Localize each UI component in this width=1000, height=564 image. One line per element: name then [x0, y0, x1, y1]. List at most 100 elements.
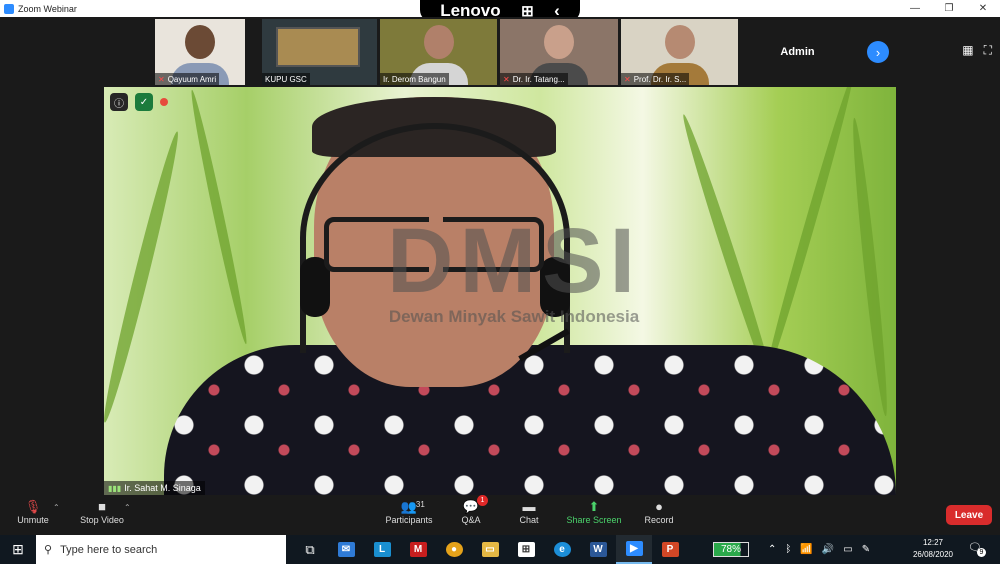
- power-icon[interactable]: ▭: [843, 544, 852, 555]
- participants-label: Participants: [385, 515, 433, 525]
- mail-app-icon[interactable]: ✉: [328, 535, 364, 564]
- task-view-icon[interactable]: ⧉: [292, 535, 328, 564]
- next-page-button[interactable]: ›: [867, 41, 889, 63]
- participant-video: [423, 25, 454, 59]
- recording-dot-icon: [160, 98, 168, 106]
- clock-date: 26/08/2020: [912, 550, 954, 559]
- participant-name: Dr. Ir. Tatang...: [512, 74, 565, 84]
- wifi-icon[interactable]: 📶: [800, 544, 812, 555]
- participants-button[interactable]: 👥 31 Participants: [374, 499, 444, 525]
- muted-mic-icon: ✕: [158, 74, 165, 84]
- powerpoint-icon[interactable]: P: [652, 535, 688, 564]
- search-input[interactable]: [60, 543, 261, 556]
- share-screen-button[interactable]: ⬆ Share Screen: [559, 499, 629, 525]
- info-icon[interactable]: ⓘ: [110, 93, 128, 111]
- signal-bars-icon: ▮▮▮: [108, 483, 122, 493]
- system-tray: ⌃ ᛒ 📶 🔊 ▭ ✎: [768, 535, 870, 564]
- gallery-tile[interactable]: KUPU GSC: [262, 19, 377, 85]
- participant-name: KUPU GSC: [265, 74, 307, 84]
- watermark: DMSI Dewan Minyak Sawit Indonesia: [344, 215, 684, 327]
- gallery-tile[interactable]: Ir. Derom Bangun: [380, 19, 497, 85]
- participant-name: Prof. Dr. Ir. S...: [633, 74, 687, 84]
- chat-button[interactable]: ▬ Chat: [494, 499, 564, 525]
- watermark-logo: DMSI: [387, 210, 641, 312]
- chrome-icon[interactable]: ●: [436, 535, 472, 564]
- stage-status-icons: ⓘ ✓: [110, 93, 168, 111]
- tile-caption: ✕ Dr. Ir. Tatang...: [500, 73, 568, 85]
- watermark-subtitle: Dewan Minyak Sawit Indonesia: [388, 307, 640, 326]
- speaker-name-tag: ▮▮▮ Ir. Sahat M. Sinaga: [104, 481, 205, 495]
- video-options-caret[interactable]: ⌃: [124, 503, 131, 512]
- notification-center-icon[interactable]: 🗨 9: [968, 541, 986, 557]
- stop-video-label: Stop Video: [80, 515, 124, 525]
- volume-icon[interactable]: 🔊: [822, 544, 834, 555]
- record-button[interactable]: ● Record: [624, 499, 694, 525]
- participant-video: [185, 25, 215, 59]
- audio-options-caret[interactable]: ⌃: [53, 503, 60, 512]
- background-grass: [848, 117, 892, 417]
- background-grass: [760, 87, 858, 383]
- chat-icon: ▬: [522, 499, 536, 514]
- background-grass: [104, 129, 185, 425]
- zoom-logo-icon: [4, 3, 14, 14]
- window-title: Zoom Webinar: [18, 3, 77, 14]
- muted-mic-icon: 🎙: [24, 499, 42, 514]
- zoom-app-icon[interactable]: ▶: [616, 535, 652, 564]
- tile-caption: ✕ Qayuum Amri: [155, 73, 220, 85]
- mcafee-icon[interactable]: M: [400, 535, 436, 564]
- meeting-toolbar: 🎙 Unmute ⌃ ■ Stop Video ⌃ 👥 31 Participan…: [0, 495, 1000, 535]
- participant-video: [664, 25, 695, 59]
- chevron-up-icon[interactable]: ⌃: [768, 544, 776, 555]
- qa-icon: 💬 1: [463, 495, 488, 515]
- chat-label: Chat: [519, 515, 539, 525]
- word-icon[interactable]: W: [580, 535, 616, 564]
- share-screen-icon: ⬆: [588, 499, 600, 514]
- participant-name: Qayuum Amri: [167, 74, 217, 84]
- participants-count: 31: [415, 500, 425, 509]
- record-label: Record: [644, 515, 674, 525]
- gallery-tile[interactable]: ✕ Qayuum Amri: [155, 19, 245, 85]
- qa-label: Q&A: [461, 515, 481, 525]
- restore-button[interactable]: ❐: [932, 0, 966, 17]
- battery-indicator[interactable]: 78%: [713, 542, 749, 557]
- view-controls: ▦ ⛶: [962, 43, 992, 58]
- gallery-view-icon[interactable]: ▦: [962, 43, 973, 58]
- windows-start-icon[interactable]: ⊞: [0, 535, 36, 564]
- taskbar-apps: ⧉ ✉ L M ● ▭ ⊞ e W ▶ P: [292, 535, 688, 564]
- admin-tile[interactable]: Admin: [740, 19, 855, 85]
- background-grass: [187, 88, 251, 346]
- taskbar-search[interactable]: ⚲: [36, 535, 286, 564]
- leave-button[interactable]: Leave: [946, 505, 992, 525]
- participants-icon: 👥 31: [400, 499, 425, 514]
- video-camera-icon: ■: [98, 499, 106, 514]
- gallery-tile[interactable]: ✕ Dr. Ir. Tatang...: [500, 19, 618, 85]
- record-icon: ●: [655, 499, 663, 514]
- speaker-name: Ir. Sahat M. Sinaga: [124, 483, 201, 493]
- edge-icon[interactable]: e: [544, 535, 580, 564]
- bluetooth-icon[interactable]: ᛒ: [785, 544, 791, 555]
- minimize-button[interactable]: —: [898, 0, 932, 17]
- fullscreen-icon[interactable]: ⛶: [984, 43, 992, 58]
- unmute-label: Unmute: [17, 515, 49, 525]
- muted-mic-icon: ✕: [503, 74, 510, 84]
- close-button[interactable]: ✕: [966, 0, 1000, 17]
- taskbar-clock[interactable]: 12:27 26/08/2020: [908, 537, 958, 561]
- shield-icon[interactable]: ✓: [135, 93, 153, 111]
- tile-caption: KUPU GSC: [262, 73, 310, 85]
- l-app-icon[interactable]: L: [364, 535, 400, 564]
- gallery-strip: ✕ Qayuum Amri KUPU GSC Ir. Derom Bangun ✕…: [0, 17, 1000, 87]
- pen-icon[interactable]: ✎: [862, 544, 870, 555]
- active-speaker-video[interactable]: DMSI Dewan Minyak Sawit Indonesia ⓘ ✓ ▮▮…: [104, 87, 896, 495]
- qa-badge: 1: [476, 495, 488, 506]
- tile-caption: ✕ Prof. Dr. Ir. S...: [621, 73, 690, 85]
- gallery-tile[interactable]: ✕ Prof. Dr. Ir. S...: [621, 19, 738, 85]
- window-controls: — ❐ ✕: [898, 0, 1000, 17]
- file-explorer-icon[interactable]: ▭: [472, 535, 508, 564]
- participant-video: [544, 25, 574, 59]
- tile-caption: Ir. Derom Bangun: [380, 73, 449, 85]
- notification-count: 9: [977, 548, 986, 557]
- store-icon[interactable]: ⊞: [508, 535, 544, 564]
- admin-label: Admin: [780, 46, 815, 58]
- shared-slide-thumbnail: [276, 27, 360, 67]
- participant-name: Ir. Derom Bangun: [383, 74, 446, 84]
